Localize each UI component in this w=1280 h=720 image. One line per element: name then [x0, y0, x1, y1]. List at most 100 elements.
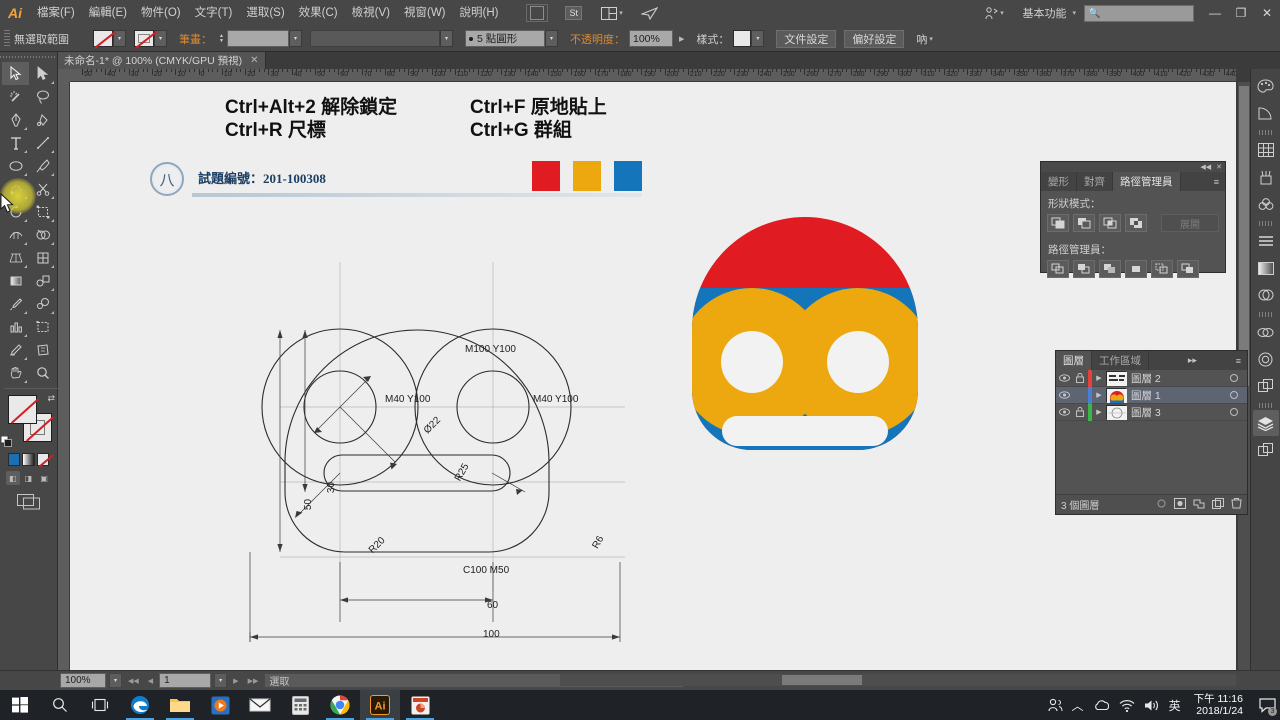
- stroke-swatch[interactable]: [134, 30, 154, 47]
- crop-button[interactable]: [1125, 260, 1147, 278]
- dock-group-grip-4[interactable]: [1258, 403, 1273, 408]
- red-swatch[interactable]: [532, 161, 560, 191]
- fill-swatch[interactable]: [93, 30, 113, 47]
- volume-icon[interactable]: [1144, 699, 1160, 712]
- layers-list[interactable]: ▶ 圖層 2 ▶ 圖層 1 ▶ 圖層 3: [1056, 369, 1247, 421]
- powerpoint-app[interactable]: [400, 690, 440, 720]
- layer-expand-icon[interactable]: ▶: [1092, 374, 1106, 382]
- dock-group-grip-2[interactable]: [1258, 221, 1273, 226]
- lasso-tool[interactable]: [29, 85, 56, 108]
- workspace-chevron-icon[interactable]: ▾: [1072, 9, 1076, 17]
- tab-pathfinder[interactable]: 路徑管理員: [1113, 172, 1181, 191]
- blue-swatch[interactable]: [614, 161, 642, 191]
- trim-button[interactable]: [1073, 260, 1095, 278]
- tab-align[interactable]: 對齊: [1077, 172, 1113, 191]
- artboard-nav-last[interactable]: ▶▶: [245, 677, 262, 685]
- menu-item-effect[interactable]: 效果(C): [292, 0, 345, 26]
- layer-target-icon[interactable]: [1221, 374, 1247, 382]
- brush-definition-field[interactable]: 5 點圓形: [465, 30, 545, 47]
- logo-artwork[interactable]: [690, 200, 920, 450]
- selection-tool[interactable]: [2, 62, 29, 85]
- stroke-weight-stepper[interactable]: ▲ ▼: [216, 30, 227, 47]
- notification-center-icon[interactable]: 3: [1256, 690, 1278, 720]
- exam-header-group[interactable]: 八 試題編號：201-100308: [150, 160, 670, 200]
- close-button[interactable]: ✕: [1254, 0, 1280, 26]
- share-icon[interactable]: [639, 4, 661, 22]
- menu-item-object[interactable]: 物件(O): [134, 0, 188, 26]
- arrange-documents-icon[interactable]: ▾: [601, 4, 623, 22]
- eyedropper-tool[interactable]: [2, 292, 29, 315]
- symbol-sprayer-tool[interactable]: [29, 292, 56, 315]
- chevron-up-icon[interactable]: ︿: [1072, 697, 1084, 714]
- width-tool[interactable]: [2, 223, 29, 246]
- zoom-level-field[interactable]: 100%: [60, 673, 106, 688]
- minimize-button[interactable]: —: [1202, 0, 1228, 26]
- stroke-weight-field[interactable]: [227, 30, 289, 47]
- minus-back-button[interactable]: [1177, 260, 1199, 278]
- layers-panel[interactable]: 圖層 工作區域 ▸▸ ≡ ▶ 圖層 2 ▶ 圖層 1 ▶ 圖層 3 3 個圖層: [1055, 350, 1248, 515]
- toolbar-fill-swatch[interactable]: [8, 395, 37, 424]
- dock-group-grip-3[interactable]: [1258, 312, 1273, 317]
- control-bar-grip[interactable]: [4, 29, 10, 48]
- calculator-app[interactable]: [280, 690, 320, 720]
- tools-panel-grip[interactable]: [0, 52, 57, 61]
- document-tab[interactable]: 未命名-1* @ 100% (CMYK/GPU 預視) ✕: [58, 52, 266, 69]
- layer-expand-icon[interactable]: ▶: [1092, 408, 1106, 416]
- new-layer-icon[interactable]: [1212, 497, 1224, 512]
- edge-app[interactable]: [120, 690, 160, 720]
- transform-icon[interactable]: [1253, 373, 1279, 399]
- horizontal-scroll-thumb[interactable]: [782, 675, 862, 685]
- horizontal-scrollbar[interactable]: [560, 674, 1236, 686]
- layer-row[interactable]: ▶ 圖層 3: [1056, 403, 1247, 421]
- layer-expand-icon[interactable]: ▶: [1092, 391, 1106, 399]
- layers-panel-menu-icon[interactable]: ≡: [1236, 351, 1247, 370]
- outline-button[interactable]: [1151, 260, 1173, 278]
- free-distort-tool[interactable]: [29, 338, 56, 361]
- panel-menu-icon[interactable]: ≡: [1208, 172, 1225, 191]
- people-icon[interactable]: [1047, 698, 1063, 712]
- task-view-button[interactable]: [80, 690, 120, 720]
- document-placeholder-icon[interactable]: [526, 4, 549, 22]
- appearance-icon[interactable]: [1253, 319, 1279, 345]
- tab-layers[interactable]: 圖層: [1056, 351, 1092, 370]
- none-button[interactable]: [36, 453, 49, 466]
- layer-name[interactable]: 圖層 3: [1131, 405, 1221, 420]
- layer-lock-icon[interactable]: [1072, 407, 1088, 417]
- zoom-dropdown-icon[interactable]: ▾: [109, 673, 122, 688]
- illustrator-app[interactable]: Ai: [360, 690, 400, 720]
- stroke-profile-field[interactable]: [310, 30, 440, 47]
- curvature-tool[interactable]: [29, 108, 56, 131]
- graphic-styles-icon[interactable]: [1253, 346, 1279, 372]
- layer-name[interactable]: 圖層 2: [1131, 371, 1221, 386]
- network-icon[interactable]: [1119, 699, 1135, 712]
- menu-item-edit[interactable]: 編輯(E): [82, 0, 134, 26]
- maximize-button[interactable]: ❐: [1228, 0, 1254, 26]
- draw-behind-button[interactable]: ◨: [22, 471, 36, 485]
- swatches-icon[interactable]: [1253, 137, 1279, 163]
- shape-builder-tool[interactable]: [29, 223, 56, 246]
- artboard-number-field[interactable]: 1: [159, 673, 212, 688]
- layer-visibility-icon[interactable]: [1056, 391, 1072, 399]
- make-mask-icon[interactable]: [1174, 497, 1186, 512]
- menu-item-window[interactable]: 視窗(W): [397, 0, 453, 26]
- direct-selection-tool[interactable]: [29, 62, 56, 85]
- workspace-switcher-icon[interactable]: ▾: [983, 4, 1005, 22]
- unite-button[interactable]: [1047, 214, 1069, 232]
- opacity-flyout-icon[interactable]: ▶: [679, 35, 684, 43]
- layers-panel-collapse-icon[interactable]: ▸▸: [1182, 351, 1203, 370]
- layer-name[interactable]: 圖層 1: [1131, 388, 1221, 403]
- overflow-chevron-icon[interactable]: ▾: [929, 35, 933, 43]
- line-segment-tool[interactable]: [29, 131, 56, 154]
- style-swatch[interactable]: [733, 30, 752, 47]
- technical-drawing[interactable]: M100 Y100 M40 Y100 M40 Y100 Ø22 R25 R20 R6 30 50…: [225, 202, 645, 662]
- brush-dropdown-icon[interactable]: ▾: [545, 30, 558, 47]
- layer-target-icon[interactable]: [1221, 408, 1247, 416]
- pen-tool[interactable]: [2, 108, 29, 131]
- artboard-nav-prev[interactable]: ◀: [145, 677, 156, 685]
- dock-group-grip[interactable]: [1258, 130, 1273, 135]
- color-button[interactable]: [8, 453, 21, 466]
- gradient-tool[interactable]: [2, 269, 29, 292]
- vertical-ruler[interactable]: [58, 82, 70, 670]
- overflow-label[interactable]: 吶: [916, 31, 927, 47]
- collapse-icon[interactable]: ◀◀: [1200, 163, 1211, 171]
